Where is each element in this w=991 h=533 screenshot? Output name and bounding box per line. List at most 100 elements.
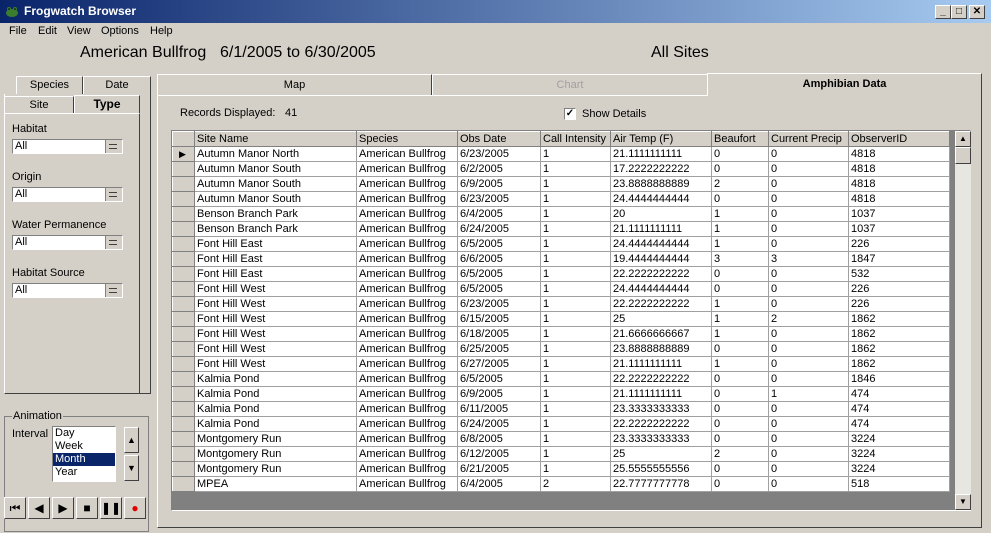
table-cell[interactable]: 6/24/2005 xyxy=(457,221,541,237)
interval-option-day[interactable]: Day xyxy=(53,427,115,440)
table-row[interactable]: Font Hill West American Bullfrog 6/5/2005 1… xyxy=(172,281,950,297)
interval-up-button[interactable]: ▲ xyxy=(124,427,139,453)
table-row[interactable]: Kalmia Pond American Bullfrog 6/11/2005 1 23… xyxy=(172,401,950,417)
table-cell[interactable]: 0 xyxy=(768,416,849,432)
table-cell[interactable]: 1862 xyxy=(848,356,950,372)
tab-date[interactable]: Date xyxy=(83,76,151,94)
tab-chart[interactable]: Chart xyxy=(432,74,708,95)
table-cell[interactable]: 1 xyxy=(540,341,611,357)
table-cell[interactable]: 6/23/2005 xyxy=(457,191,541,207)
record-button[interactable]: ● xyxy=(124,497,146,519)
table-cell[interactable]: American Bullfrog xyxy=(356,341,458,357)
row-selector[interactable] xyxy=(172,416,195,432)
table-cell[interactable]: 0 xyxy=(711,266,769,282)
table-cell[interactable]: 0 xyxy=(711,371,769,387)
table-cell[interactable]: American Bullfrog xyxy=(356,296,458,312)
table-cell[interactable]: 1 xyxy=(540,221,611,237)
table-cell[interactable]: 0 xyxy=(711,416,769,432)
table-cell[interactable]: 1 xyxy=(540,371,611,387)
interval-option-week[interactable]: Week xyxy=(53,440,115,453)
column-header[interactable]: Species xyxy=(356,131,458,147)
table-cell[interactable]: 474 xyxy=(848,401,950,417)
table-cell[interactable]: Font Hill East xyxy=(194,251,357,267)
table-cell[interactable]: 1 xyxy=(540,236,611,252)
row-selector[interactable] xyxy=(172,206,195,222)
table-cell[interactable]: 0 xyxy=(711,461,769,477)
table-row[interactable]: Kalmia Pond American Bullfrog 6/9/2005 1 21.… xyxy=(172,386,950,402)
origin-select[interactable]: All xyxy=(12,187,123,202)
row-selector[interactable] xyxy=(172,251,195,267)
table-cell[interactable]: 0 xyxy=(711,341,769,357)
table-cell[interactable]: 1 xyxy=(540,251,611,267)
tab-species[interactable]: Species xyxy=(16,76,83,94)
water-permanence-select[interactable]: All xyxy=(12,235,123,250)
interval-down-button[interactable]: ▼ xyxy=(124,455,139,481)
table-cell[interactable]: 25.5555555556 xyxy=(610,461,712,477)
table-row[interactable]: ▶ Autumn Manor North American Bullfrog 6/23… xyxy=(172,146,950,162)
table-cell[interactable]: 0 xyxy=(768,176,849,192)
row-selector[interactable] xyxy=(172,236,195,252)
tab-amphibian-data[interactable]: Amphibian Data xyxy=(707,73,982,96)
table-cell[interactable]: Montgomery Run xyxy=(194,431,357,447)
table-cell[interactable]: 0 xyxy=(768,356,849,372)
table-cell[interactable]: 1 xyxy=(711,206,769,222)
table-cell[interactable]: Font Hill East xyxy=(194,236,357,252)
table-row[interactable]: Benson Branch Park American Bullfrog 6/4/2… xyxy=(172,206,950,222)
table-cell[interactable]: 1 xyxy=(540,281,611,297)
table-cell[interactable]: 1 xyxy=(540,356,611,372)
table-cell[interactable]: 1037 xyxy=(848,221,950,237)
table-cell[interactable]: American Bullfrog xyxy=(356,206,458,222)
table-cell[interactable]: Benson Branch Park xyxy=(194,206,357,222)
table-cell[interactable]: 1 xyxy=(540,431,611,447)
table-cell[interactable]: 0 xyxy=(768,341,849,357)
row-selector[interactable] xyxy=(172,191,195,207)
table-cell[interactable]: 226 xyxy=(848,296,950,312)
row-selector[interactable]: ▶ xyxy=(172,146,195,162)
table-cell[interactable]: 0 xyxy=(768,221,849,237)
table-cell[interactable]: 474 xyxy=(848,416,950,432)
maximize-button[interactable]: □ xyxy=(951,5,967,19)
table-cell[interactable]: 17.2222222222 xyxy=(610,161,712,177)
table-cell[interactable]: 6/21/2005 xyxy=(457,461,541,477)
menu-view[interactable]: View xyxy=(67,25,91,37)
table-row[interactable]: Font Hill West American Bullfrog 6/18/2005… xyxy=(172,326,950,342)
table-row[interactable]: Montgomery Run American Bullfrog 6/8/2005 1… xyxy=(172,431,950,447)
table-cell[interactable]: Font Hill West xyxy=(194,281,357,297)
pause-button[interactable]: ❚❚ xyxy=(100,497,122,519)
table-cell[interactable]: 1 xyxy=(540,266,611,282)
tab-map[interactable]: Map xyxy=(157,74,432,95)
table-cell[interactable]: 0 xyxy=(768,281,849,297)
vertical-scrollbar[interactable]: ▲ ▼ xyxy=(955,131,971,510)
table-cell[interactable]: 4818 xyxy=(848,191,950,207)
table-cell[interactable]: 21.1111111111 xyxy=(610,386,712,402)
table-cell[interactable]: Kalmia Pond xyxy=(194,416,357,432)
table-row[interactable]: Font Hill West American Bullfrog 6/27/2005… xyxy=(172,356,950,372)
scroll-down-button[interactable]: ▼ xyxy=(955,494,971,510)
table-row[interactable]: Font Hill East American Bullfrog 6/5/2005 1… xyxy=(172,236,950,252)
row-selector[interactable] xyxy=(172,476,195,492)
table-cell[interactable]: 3 xyxy=(768,251,849,267)
table-cell[interactable]: Montgomery Run xyxy=(194,461,357,477)
table-cell[interactable]: 2 xyxy=(711,176,769,192)
row-selector[interactable] xyxy=(172,311,195,327)
table-cell[interactable]: American Bullfrog xyxy=(356,146,458,162)
table-cell[interactable]: 1 xyxy=(540,176,611,192)
menu-edit[interactable]: Edit xyxy=(38,25,57,37)
table-cell[interactable]: Font Hill West xyxy=(194,311,357,327)
table-cell[interactable]: American Bullfrog xyxy=(356,191,458,207)
column-header[interactable]: Site Name xyxy=(194,131,357,147)
table-cell[interactable]: American Bullfrog xyxy=(356,476,458,492)
table-cell[interactable]: 21.6666666667 xyxy=(610,326,712,342)
row-selector[interactable] xyxy=(172,386,195,402)
table-cell[interactable]: 22.2222222222 xyxy=(610,266,712,282)
table-cell[interactable]: 4818 xyxy=(848,146,950,162)
table-cell[interactable]: Autumn Manor South xyxy=(194,176,357,192)
table-cell[interactable]: 0 xyxy=(711,401,769,417)
table-cell[interactable]: 19.4444444444 xyxy=(610,251,712,267)
row-selector[interactable] xyxy=(172,371,195,387)
table-cell[interactable]: Font Hill West xyxy=(194,296,357,312)
table-cell[interactable]: Kalmia Pond xyxy=(194,401,357,417)
table-cell[interactable]: Font Hill West xyxy=(194,341,357,357)
table-cell[interactable]: American Bullfrog xyxy=(356,326,458,342)
table-cell[interactable]: 0 xyxy=(768,296,849,312)
